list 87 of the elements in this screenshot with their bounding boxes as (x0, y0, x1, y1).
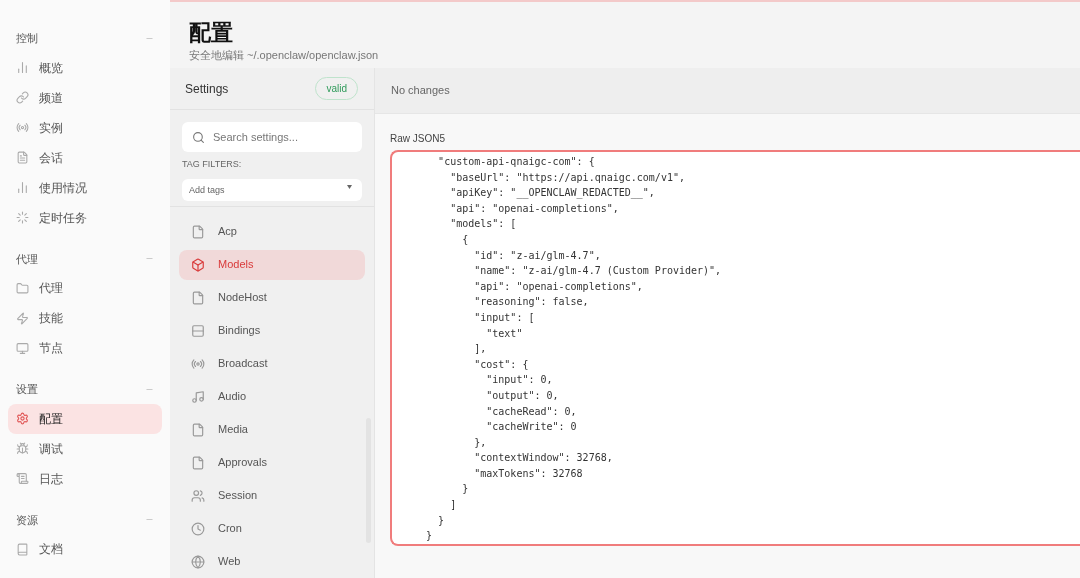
settings-section-item[interactable]: Acp (179, 216, 365, 247)
nav-section-header: 代理 (16, 251, 38, 267)
code-line: } (425, 529, 433, 544)
status-text: No changes (391, 83, 450, 99)
nav-item[interactable]: 实例 (8, 112, 162, 143)
music-icon (191, 389, 205, 404)
nav-item[interactable]: 节点 (8, 333, 162, 363)
bar-chart-icon (16, 181, 29, 194)
code-line: }, (473, 435, 487, 450)
page-subtitle: 安全地编辑 ~/.openclaw/openclaw.json (189, 48, 380, 63)
code-line: "api": "openai-completions", (473, 279, 643, 294)
scroll-icon (16, 472, 29, 485)
nav-section-header: 控制 (16, 31, 38, 46)
file-icon (191, 455, 205, 470)
code-line: "models": [ (449, 217, 517, 232)
broadcast-icon (191, 356, 205, 371)
document-icon (16, 151, 29, 164)
code-line: "input": 0, (485, 373, 553, 388)
search-field[interactable]: Search settings... (182, 122, 362, 152)
file-icon (191, 290, 205, 305)
settings-section-item[interactable]: Broadcast (179, 348, 365, 379)
folder-icon (16, 281, 29, 295)
nav-item[interactable]: 配置 (8, 403, 162, 434)
lightning-icon (16, 311, 29, 325)
nav-item[interactable]: 定时任务 (8, 202, 162, 233)
nav-item[interactable]: 频道 (8, 82, 162, 113)
clock-icon (191, 521, 205, 536)
code-line: } (461, 482, 469, 497)
code-line: "api": "openai-completions", (449, 201, 619, 216)
search-icon (192, 131, 205, 144)
page-title: 配置 (189, 22, 234, 44)
nav-item[interactable]: 调试 (8, 433, 162, 464)
tags-field[interactable]: Add tags (182, 178, 362, 201)
file-icon (191, 224, 205, 239)
code-line: } (437, 513, 445, 528)
code-line: "apiKey": "__OPENCLAW_REDACTED__", (449, 186, 655, 201)
settings-title: Settings (185, 80, 229, 98)
nav-item[interactable]: 使用情况 (8, 172, 162, 203)
code-line: "maxTokens": 32768 (473, 466, 583, 481)
code-line: "custom-api-qnaigc-com": { (437, 155, 595, 169)
bar-chart-icon (16, 61, 29, 74)
settings-section-item[interactable]: Approvals (179, 447, 365, 478)
loader-icon (16, 211, 29, 224)
settings-section-item[interactable]: Audio (179, 381, 365, 412)
gear-icon (16, 412, 29, 425)
broadcast-icon (16, 121, 29, 134)
file-icon (191, 422, 205, 437)
nav-item[interactable]: 日志 (8, 463, 162, 494)
code-line: "baseUrl": "https://api.qnaigc.com/v1", (449, 170, 685, 185)
bug-icon (16, 442, 29, 455)
nav-item[interactable]: 概览 (8, 52, 162, 83)
code-line: "input": [ (473, 310, 535, 325)
settings-section-item[interactable]: Bindings (179, 315, 365, 346)
caret-icon (347, 184, 352, 189)
code-editor[interactable] (390, 150, 1080, 546)
code-line: ], (473, 342, 487, 357)
rows-icon (191, 323, 205, 338)
code-line: { (461, 232, 469, 247)
settings-section-item[interactable]: Cron (179, 513, 365, 544)
cube-icon (191, 257, 205, 272)
code-line: "contextWindow": 32768, (473, 451, 613, 466)
code-line: ] (449, 498, 457, 513)
settings-section-item[interactable]: Session (179, 480, 365, 511)
nav-section-header: 设置 (16, 382, 38, 397)
settings-section-item[interactable]: Web (179, 546, 365, 577)
code-line: "output": 0, (485, 388, 559, 403)
globe-icon (191, 554, 205, 569)
code-line: "id": "z-ai/glm-4.7", (473, 248, 601, 263)
settings-section-item[interactable]: Media (179, 414, 365, 445)
users-icon (191, 488, 205, 503)
monitor-icon (16, 341, 29, 355)
settings-section-item[interactable]: NodeHost (179, 282, 365, 313)
code-line: "text" (485, 326, 523, 341)
nav-item[interactable]: 代理 (8, 273, 162, 303)
code-line: "reasoning": false, (473, 295, 589, 310)
code-line: "cost": { (473, 357, 529, 372)
nav-item[interactable]: 文档 (8, 534, 162, 564)
editor-label: Raw JSON5 (390, 132, 446, 146)
nav-section-header: 资源 (16, 512, 38, 528)
code-line: "name": "z-ai/glm-4.7 (Custom Provider)", (473, 264, 722, 279)
code-line: "cacheWrite": 0 (485, 420, 577, 435)
book-icon (16, 542, 29, 556)
tag-filters-label: TAG FILTERS: (182, 158, 243, 171)
nav-item[interactable]: 会话 (8, 142, 162, 173)
link-icon (16, 91, 29, 104)
code-line: "cacheRead": 0, (485, 404, 577, 419)
nav-item[interactable]: 技能 (8, 303, 162, 333)
